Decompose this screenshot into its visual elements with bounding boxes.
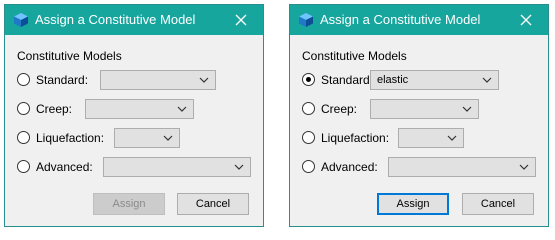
advanced-radio[interactable]	[17, 160, 30, 173]
title-bar: Assign a Constitutive Model	[5, 5, 263, 35]
chevron-down-icon	[519, 164, 529, 170]
liquefaction-label: Liquefaction:	[36, 131, 105, 145]
liquefaction-dropdown[interactable]	[114, 128, 180, 148]
creep-dropdown[interactable]	[85, 99, 194, 119]
creep-radio[interactable]	[302, 102, 315, 115]
advanced-dropdown[interactable]	[103, 157, 251, 177]
assign-model-dialog-empty: Assign a Constitutive Model Constitutive…	[4, 4, 264, 227]
dialog-title: Assign a Constitutive Model	[35, 12, 196, 27]
standard-value: elastic	[377, 74, 409, 86]
close-icon[interactable]	[219, 5, 263, 35]
advanced-label: Advanced:	[36, 160, 93, 174]
chevron-down-icon	[163, 135, 173, 141]
creep-label: Creep:	[36, 102, 73, 116]
chevron-down-icon	[447, 135, 457, 141]
advanced-label: Advanced:	[321, 160, 378, 174]
chevron-down-icon	[462, 106, 472, 112]
standard-radio[interactable]	[17, 73, 30, 86]
group-label: Constitutive Models	[17, 49, 122, 63]
liquefaction-radio[interactable]	[17, 131, 30, 144]
assign-button[interactable]: Assign	[93, 193, 165, 215]
standard-dropdown[interactable]: elastic	[370, 70, 499, 90]
title-bar: Assign a Constitutive Model	[290, 5, 548, 35]
liquefaction-radio[interactable]	[302, 131, 315, 144]
cancel-button[interactable]: Cancel	[462, 193, 534, 215]
liquefaction-dropdown[interactable]	[398, 128, 464, 148]
chevron-down-icon	[177, 106, 187, 112]
advanced-dropdown[interactable]	[388, 157, 536, 177]
liquefaction-label: Liquefaction:	[321, 131, 390, 145]
chevron-down-icon	[482, 77, 492, 83]
blue-cube-icon	[299, 13, 313, 27]
advanced-radio[interactable]	[302, 160, 315, 173]
standard-label: Standard:	[36, 73, 89, 87]
group-label: Constitutive Models	[302, 49, 407, 63]
dialog-title: Assign a Constitutive Model	[320, 12, 481, 27]
chevron-down-icon	[199, 77, 209, 83]
standard-dropdown[interactable]	[100, 70, 216, 90]
chevron-down-icon	[234, 164, 244, 170]
cancel-button[interactable]: Cancel	[177, 193, 249, 215]
close-icon[interactable]	[504, 5, 548, 35]
creep-radio[interactable]	[17, 102, 30, 115]
creep-dropdown[interactable]	[370, 99, 479, 119]
blue-cube-icon	[14, 13, 28, 27]
assign-model-dialog-selected: Assign a Constitutive Model Constitutive…	[289, 4, 549, 227]
assign-button[interactable]: Assign	[377, 193, 449, 215]
creep-label: Creep:	[321, 102, 358, 116]
standard-radio[interactable]	[302, 73, 315, 86]
standard-label: Standard:	[321, 73, 374, 87]
